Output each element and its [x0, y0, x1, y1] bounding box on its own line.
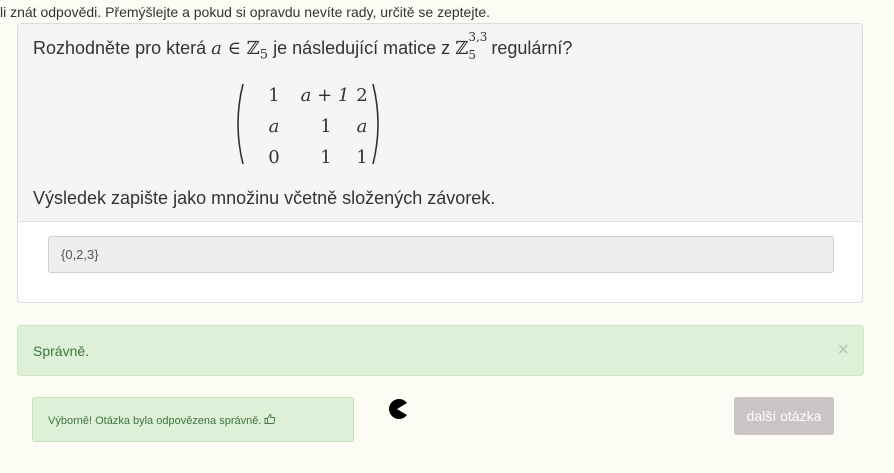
- pacman-icon: [389, 399, 407, 419]
- matrix-cell: a: [268, 116, 280, 137]
- close-icon[interactable]: ×: [837, 340, 849, 360]
- element-of-symbol: ∈: [227, 38, 241, 59]
- answer-format-hint: Výsledek zapište jako množinu včetně slo…: [33, 188, 496, 208]
- result-message: Správně.: [33, 343, 90, 359]
- matrix-cell: 0: [268, 147, 280, 168]
- question-header: Rozhodněte pro která a ∈ ℤ5 je následují…: [18, 24, 862, 222]
- matrix-cell: 1: [320, 147, 332, 168]
- matrix-cell: 1: [356, 147, 368, 168]
- variable-a: a: [211, 38, 222, 59]
- ring-symbol: ℤ: [246, 38, 260, 59]
- question-prefix: Rozhodněte pro která: [33, 38, 207, 58]
- matrix-cell: a: [356, 116, 368, 137]
- matrix-space-superscript: 3,3: [468, 30, 488, 44]
- question-suffix: regulární?: [491, 38, 573, 58]
- feedback-alert: Výborně! Otázka byla odpovězena správně.: [32, 397, 354, 442]
- intro-text: li znát odpovědi. Přemýšlejte a pokud si…: [0, 4, 491, 20]
- feedback-message: Výborně! Otázka byla odpovězena správně.: [48, 413, 276, 427]
- matrix-cell: 1: [268, 85, 280, 106]
- question-panel: Rozhodněte pro která a ∈ ℤ5 je následují…: [17, 23, 863, 303]
- matrix-space-subscript: 5: [468, 48, 476, 62]
- question-text: Rozhodněte pro která a ∈ ℤ5 je následují…: [33, 30, 573, 63]
- question-middle: je následující matice z: [273, 38, 451, 58]
- thumbs-up-icon: [265, 414, 276, 424]
- ring-subscript: 5: [259, 47, 269, 63]
- result-alert: Správně. ×: [17, 325, 864, 376]
- matrix-space-symbol: ℤ: [455, 38, 469, 59]
- next-question-button[interactable]: další otázka: [734, 397, 834, 435]
- answer-input[interactable]: {0,2,3}: [48, 236, 834, 273]
- matrix: 1 a + 1 2 a 1 a 0 1 1: [234, 81, 382, 168]
- matrix-cell: 1: [320, 116, 332, 137]
- matrix-cell: 2: [356, 85, 368, 106]
